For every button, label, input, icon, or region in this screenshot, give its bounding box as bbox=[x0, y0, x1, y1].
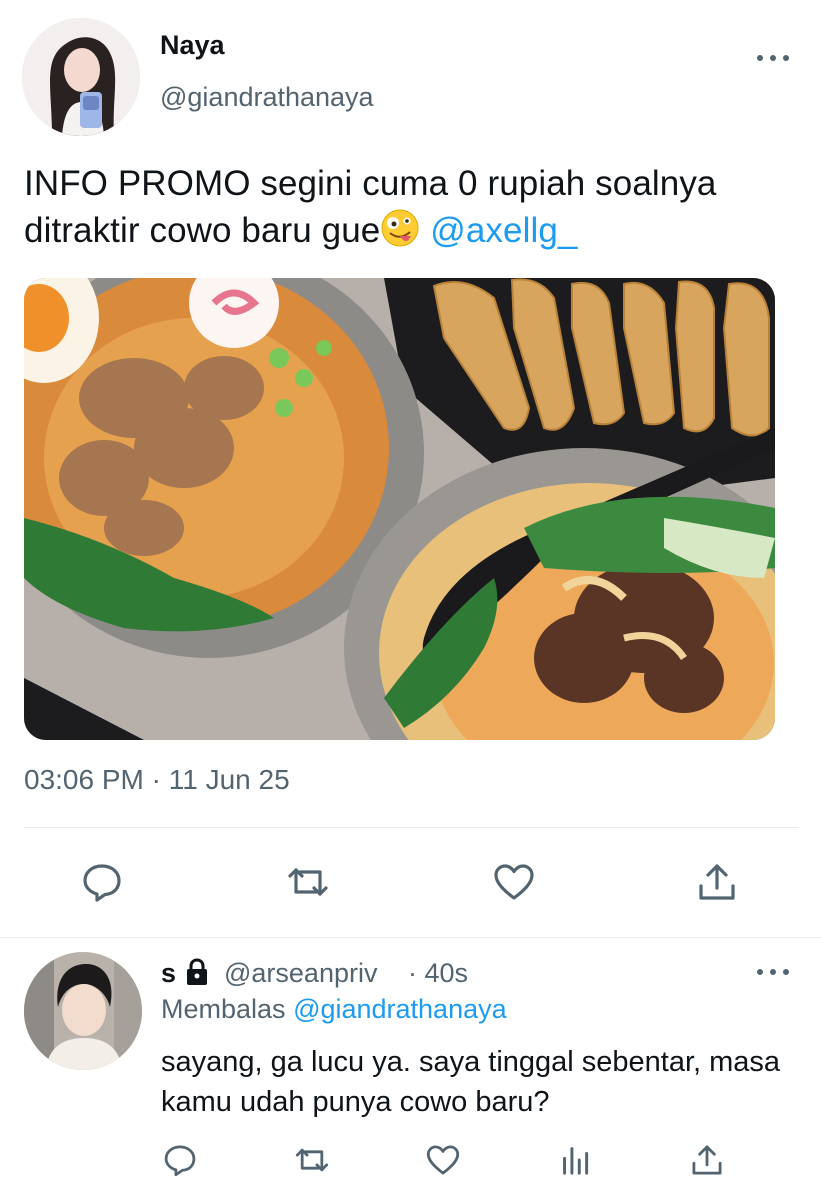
reply-author-avatar[interactable] bbox=[24, 952, 142, 1070]
replying-to-link[interactable]: @giandrathanaya bbox=[293, 994, 507, 1024]
reply-text: sayang, ga lucu ya. saya tinggal sebenta… bbox=[161, 1046, 781, 1118]
analytics-icon[interactable] bbox=[558, 1142, 594, 1178]
author-avatar[interactable] bbox=[22, 18, 140, 136]
share-icon[interactable] bbox=[689, 1142, 725, 1178]
retweet-icon[interactable] bbox=[286, 860, 330, 904]
like-icon[interactable] bbox=[492, 860, 536, 904]
replying-to: Membalas @giandrathanaya bbox=[161, 994, 507, 1025]
like-icon[interactable] bbox=[425, 1142, 461, 1178]
avatar-photo bbox=[22, 18, 140, 136]
reply-author-name[interactable]: s bbox=[161, 958, 176, 989]
reply-avatar-photo bbox=[24, 952, 142, 1070]
author-name[interactable]: Naya bbox=[160, 30, 225, 61]
share-icon[interactable] bbox=[695, 860, 739, 904]
tweet-text-body: INFO PROMO segini cuma 0 rupiah soalnya … bbox=[24, 164, 717, 250]
lock-icon bbox=[182, 957, 212, 987]
more-options-icon[interactable] bbox=[755, 964, 791, 980]
retweet-icon[interactable] bbox=[294, 1142, 330, 1178]
reply-icon[interactable] bbox=[80, 860, 124, 904]
divider bbox=[24, 827, 799, 828]
reply-time: · 40s bbox=[408, 958, 469, 988]
reply-author-handle[interactable]: @arseanpriv bbox=[224, 958, 377, 989]
tweet-mention-link[interactable]: @axellg_ bbox=[430, 211, 577, 250]
tweet-timestamp[interactable]: 03:06 PM · 11 Jun 25 bbox=[24, 764, 290, 796]
replying-label: Membalas bbox=[161, 994, 286, 1024]
tweet-media-image[interactable] bbox=[24, 278, 775, 740]
tweet-text: INFO PROMO segini cuma 0 rupiah soalnya … bbox=[24, 160, 814, 254]
zany-face-emoji-icon bbox=[380, 208, 420, 248]
ramen-photo bbox=[24, 278, 775, 740]
divider bbox=[0, 937, 821, 938]
reply-icon[interactable] bbox=[162, 1142, 198, 1178]
author-handle[interactable]: @giandrathanaya bbox=[160, 82, 374, 113]
more-options-icon[interactable] bbox=[755, 50, 791, 66]
